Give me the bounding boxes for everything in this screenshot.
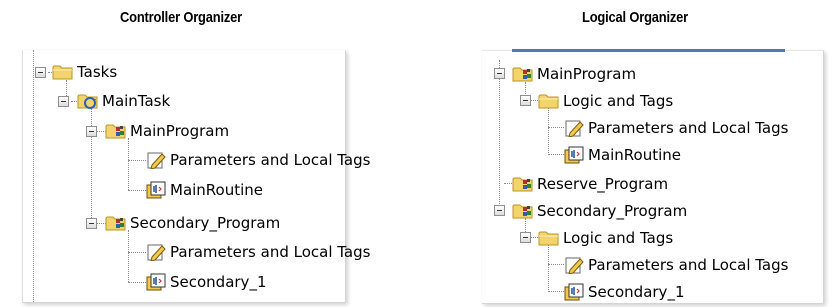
task-icon [77,91,99,111]
tree-item-label: Secondary_Program [130,214,281,232]
tree-item-mainprogram[interactable]: MainProgram [512,60,636,87]
tree-item-label: MainRoutine [170,181,264,199]
tags-icon [563,118,585,138]
program-icon [105,213,127,233]
tree-item-label: MainRoutine [588,145,682,164]
tree-item-tasks[interactable]: Tasks [52,59,117,85]
folder-icon [52,62,74,82]
selection-bar [512,49,785,52]
tree-item-mainprogram[interactable]: MainProgram [105,118,229,144]
controller-organizer-caption: Controller Organizer [120,9,242,26]
tree-item-parameters-local-tags[interactable]: Parameters and Local Tags [563,114,788,141]
tree-item-parameters-local-tags[interactable]: Parameters and Local Tags [145,147,370,173]
tree-item-label: Secondary_1 [170,273,267,291]
collapse-mainprogram-toggle[interactable] [86,126,97,137]
tree-item-secondary-1[interactable]: Secondary_1 [563,278,684,305]
collapse-tasks-toggle[interactable] [35,67,46,78]
tree-item-reserve-program[interactable]: Reserve_Program [512,170,668,197]
tree-item-secondary-program[interactable]: Secondary_Program [105,210,280,236]
routine-icon [145,180,167,200]
routine-icon [145,272,167,292]
program-icon [105,121,127,141]
collapse-secondary-program-toggle[interactable] [494,205,505,216]
program-icon [512,201,534,221]
logical-organizer-caption: Logical Organizer [582,9,689,26]
tree-item-label: Secondary_Program [537,201,688,220]
folder-icon [538,91,560,111]
tree-item-secondary-program[interactable]: Secondary_Program [512,197,687,224]
tree-item-label: Tasks [77,63,118,81]
tree-item-mainroutine[interactable]: MainRoutine [563,141,681,168]
tree-item-logic-and-tags[interactable]: Logic and Tags [538,87,673,114]
routine-icon [563,145,585,165]
tree-item-label: Parameters and Local Tags [170,151,371,169]
tree-item-label: MainProgram [130,122,230,140]
tree-item-label: MainProgram [537,64,637,83]
tree-item-label: Secondary_1 [588,282,685,301]
tags-icon [563,255,585,275]
tree-item-mainroutine[interactable]: MainRoutine [145,177,263,203]
routine-icon [563,282,585,302]
collapse-logic-and-tags-toggle[interactable] [520,232,531,243]
collapse-secondary-program-toggle[interactable] [86,218,97,229]
tree-item-parameters-local-tags[interactable]: Parameters and Local Tags [563,251,788,278]
tree-item-logic-and-tags[interactable]: Logic and Tags [538,224,673,251]
program-icon [512,64,534,84]
tree-item-label: Parameters and Local Tags [170,243,371,261]
tree-item-label: MainTask [102,92,171,110]
tree-item-maintask[interactable]: MainTask [77,88,170,114]
tags-icon [145,242,167,262]
tree-item-secondary-1[interactable]: Secondary_1 [145,269,266,295]
tree-item-label: Logic and Tags [563,91,674,110]
tree-item-label: Parameters and Local Tags [588,118,789,137]
tree-item-label: Parameters and Local Tags [588,255,789,274]
tree-item-parameters-local-tags[interactable]: Parameters and Local Tags [145,239,370,265]
tree-item-label: Logic and Tags [563,228,674,247]
tags-icon [145,150,167,170]
folder-icon [538,228,560,248]
tree-item-label: Reserve_Program [537,174,669,193]
program-icon [512,174,534,194]
collapse-maintask-toggle[interactable] [58,96,69,107]
collapse-mainprogram-toggle[interactable] [494,68,505,79]
collapse-logic-and-tags-toggle[interactable] [520,95,531,106]
